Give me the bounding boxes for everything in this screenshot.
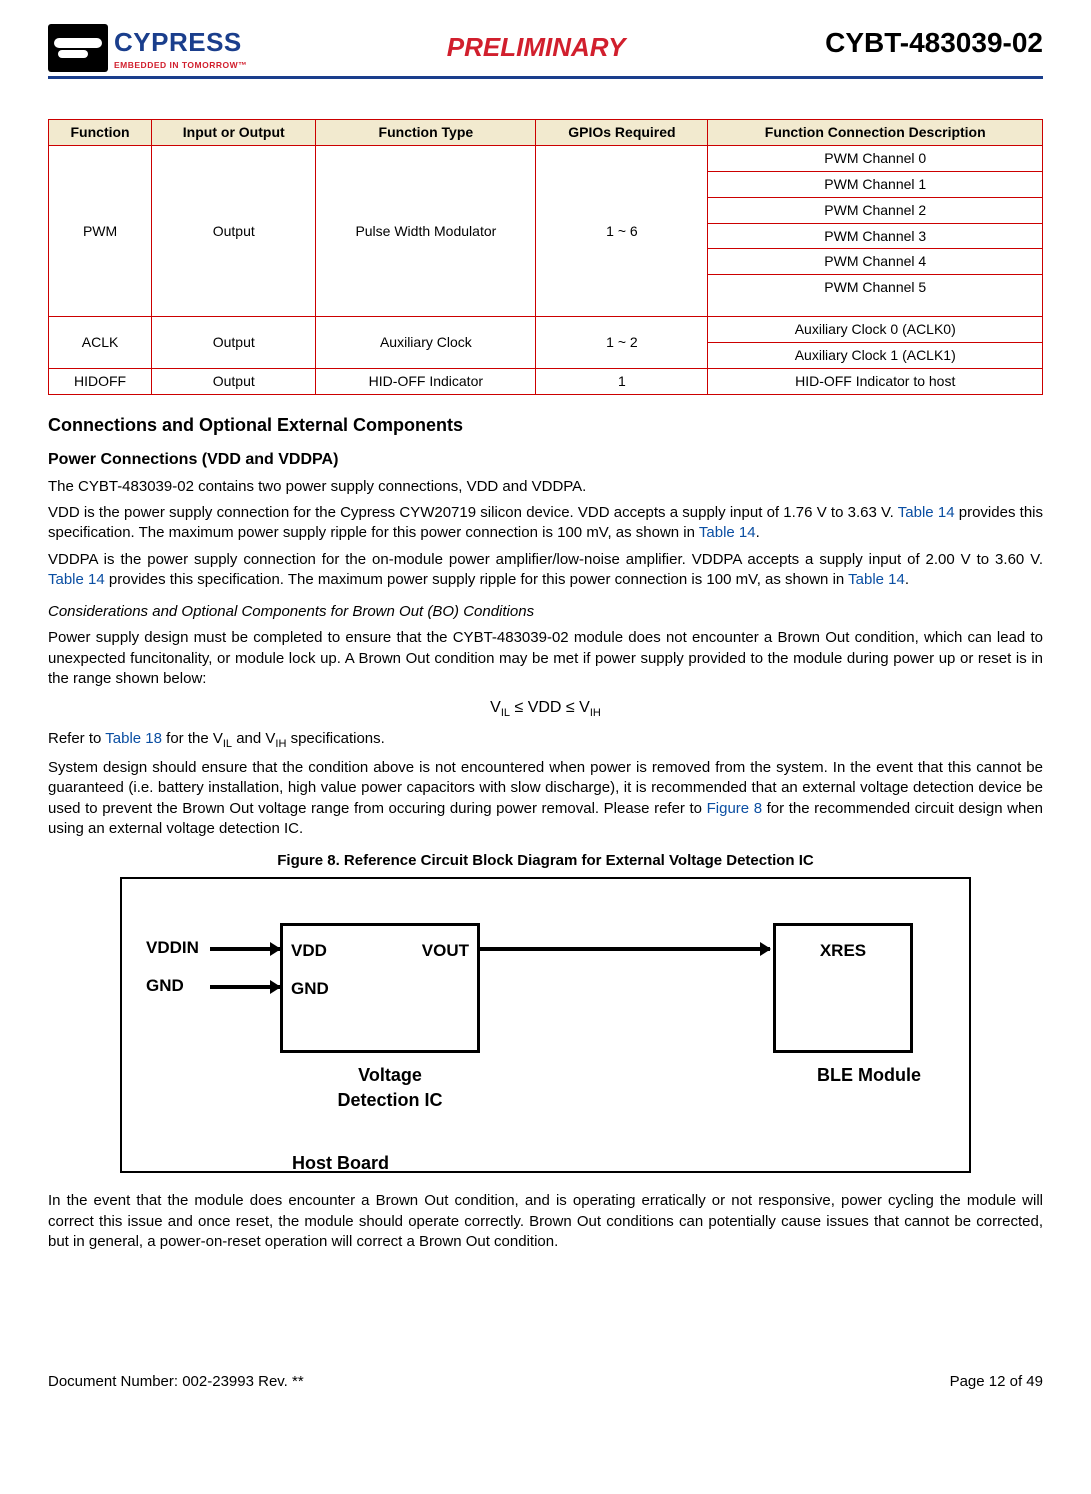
logo-mark-icon xyxy=(48,24,108,72)
paragraph: VDD is the power supply connection for t… xyxy=(48,503,1043,544)
label-gnd: GND xyxy=(291,978,329,1001)
text: ≤ VDD ≤ V xyxy=(510,699,590,716)
text: . xyxy=(905,571,909,588)
table14-link[interactable]: Table 14 xyxy=(48,571,105,588)
cell-ftype: HID-OFF Indicator xyxy=(316,369,536,395)
cell-conn: Auxiliary Clock 1 (ACLK1) xyxy=(708,343,1043,369)
block-diagram: VDDIN GND VDD GND VOUT XRES Voltage Dete… xyxy=(150,903,941,1163)
caption-host-board: Host Board xyxy=(292,1151,389,1175)
cell-gpios: 1 ~ 6 xyxy=(536,145,708,316)
doc-number: Document Number: 002-23993 Rev. ** xyxy=(48,1372,304,1392)
cell-conn: PWM Channel 5 xyxy=(708,275,1043,317)
page-footer: Document Number: 002-23993 Rev. ** Page … xyxy=(48,1372,1043,1392)
paragraph: System design should ensure that the con… xyxy=(48,758,1043,839)
cell-gpios: 1 xyxy=(536,369,708,395)
paragraph: Power supply design must be completed to… xyxy=(48,628,1043,689)
text: . xyxy=(756,524,760,541)
cell-function: ACLK xyxy=(49,317,152,369)
cell-gpios: 1 ~ 2 xyxy=(536,317,708,369)
cell-ftype: Pulse Width Modulator xyxy=(316,145,536,316)
text: VDDPA is the power supply connection for… xyxy=(48,551,1043,568)
arrow-icon xyxy=(480,947,770,951)
paragraph: Refer to Table 18 for the VIL and VIH sp… xyxy=(48,729,1043,752)
th-ftype: Function Type xyxy=(316,120,536,146)
th-conn: Function Connection Description xyxy=(708,120,1043,146)
text: provides this specification. The maximum… xyxy=(105,571,848,588)
th-function: Function xyxy=(49,120,152,146)
cell-io: Output xyxy=(152,317,316,369)
logo: CYPRESS EMBEDDED IN TOMORROW™ xyxy=(48,24,247,72)
label-gnd: GND xyxy=(146,975,184,998)
text: V xyxy=(490,699,501,716)
cell-io: Output xyxy=(152,145,316,316)
cell-conn: PWM Channel 3 xyxy=(708,223,1043,249)
cell-conn: PWM Channel 0 xyxy=(708,145,1043,171)
part-number: CYBT-483039-02 xyxy=(825,24,1043,62)
label-xres: XRES xyxy=(820,940,866,963)
table-row: HIDOFF Output HID-OFF Indicator 1 HID-OF… xyxy=(49,369,1043,395)
figure-title: Figure 8. Reference Circuit Block Diagra… xyxy=(48,851,1043,871)
cell-conn: PWM Channel 1 xyxy=(708,171,1043,197)
cell-io: Output xyxy=(152,369,316,395)
logo-tagline: EMBEDDED IN TOMORROW™ xyxy=(114,60,247,71)
page-header: CYPRESS EMBEDDED IN TOMORROW™ PRELIMINAR… xyxy=(48,24,1043,79)
text: and V xyxy=(232,730,275,747)
label-vout: VOUT xyxy=(422,940,469,963)
text: specifications. xyxy=(286,730,384,747)
logo-name: CYPRESS xyxy=(114,25,247,60)
table14-link[interactable]: Table 14 xyxy=(898,504,955,521)
page-number: Page 12 of 49 xyxy=(950,1372,1043,1392)
cell-conn: PWM Channel 4 xyxy=(708,249,1043,275)
preliminary-label: PRELIMINARY xyxy=(447,30,626,65)
subscript: IH xyxy=(590,707,601,719)
cell-conn: Auxiliary Clock 0 (ACLK0) xyxy=(708,317,1043,343)
table-row: ACLK Output Auxiliary Clock 1 ~ 2 Auxili… xyxy=(49,317,1043,343)
italic-heading: Considerations and Optional Components f… xyxy=(48,602,1043,622)
ble-module-box: XRES xyxy=(773,923,913,1053)
paragraph: The CYBT-483039-02 contains two power su… xyxy=(48,477,1043,497)
figure8-link[interactable]: Figure 8 xyxy=(707,800,762,817)
cell-conn: HID-OFF Indicator to host xyxy=(708,369,1043,395)
table-header-row: Function Input or Output Function Type G… xyxy=(49,120,1043,146)
th-io: Input or Output xyxy=(152,120,316,146)
voltage-detection-ic-box: VDD GND VOUT xyxy=(280,923,480,1053)
table14-link[interactable]: Table 14 xyxy=(848,571,905,588)
function-table: Function Input or Output Function Type G… xyxy=(48,119,1043,395)
text: Refer to xyxy=(48,730,105,747)
table-row: PWM Output Pulse Width Modulator 1 ~ 6 P… xyxy=(49,145,1043,171)
formula: VIL ≤ VDD ≤ VIH xyxy=(48,697,1043,721)
table14-link[interactable]: Table 14 xyxy=(699,524,756,541)
subscript: IH xyxy=(275,738,286,750)
arrow-icon xyxy=(210,947,280,951)
subscript: IL xyxy=(501,707,510,719)
section-heading: Connections and Optional External Compon… xyxy=(48,413,1043,437)
text: for the V xyxy=(162,730,223,747)
label-vdd: VDD xyxy=(291,940,327,963)
arrow-icon xyxy=(210,985,280,989)
th-gpios: GPIOs Required xyxy=(536,120,708,146)
subsection-heading: Power Connections (VDD and VDDPA) xyxy=(48,449,1043,471)
text: VDD is the power supply connection for t… xyxy=(48,504,898,521)
paragraph: VDDPA is the power supply connection for… xyxy=(48,550,1043,591)
cell-function: HIDOFF xyxy=(49,369,152,395)
subscript: IL xyxy=(223,738,232,750)
cell-ftype: Auxiliary Clock xyxy=(316,317,536,369)
cell-conn: PWM Channel 2 xyxy=(708,197,1043,223)
label-vddin: VDDIN xyxy=(146,937,199,960)
paragraph: In the event that the module does encoun… xyxy=(48,1191,1043,1252)
table18-link[interactable]: Table 18 xyxy=(105,730,162,747)
figure-frame: VDDIN GND VDD GND VOUT XRES Voltage Dete… xyxy=(120,877,971,1173)
caption-ble-module: BLE Module xyxy=(817,1063,921,1087)
cell-function: PWM xyxy=(49,145,152,316)
caption-detection-ic: Voltage Detection IC xyxy=(320,1063,460,1112)
